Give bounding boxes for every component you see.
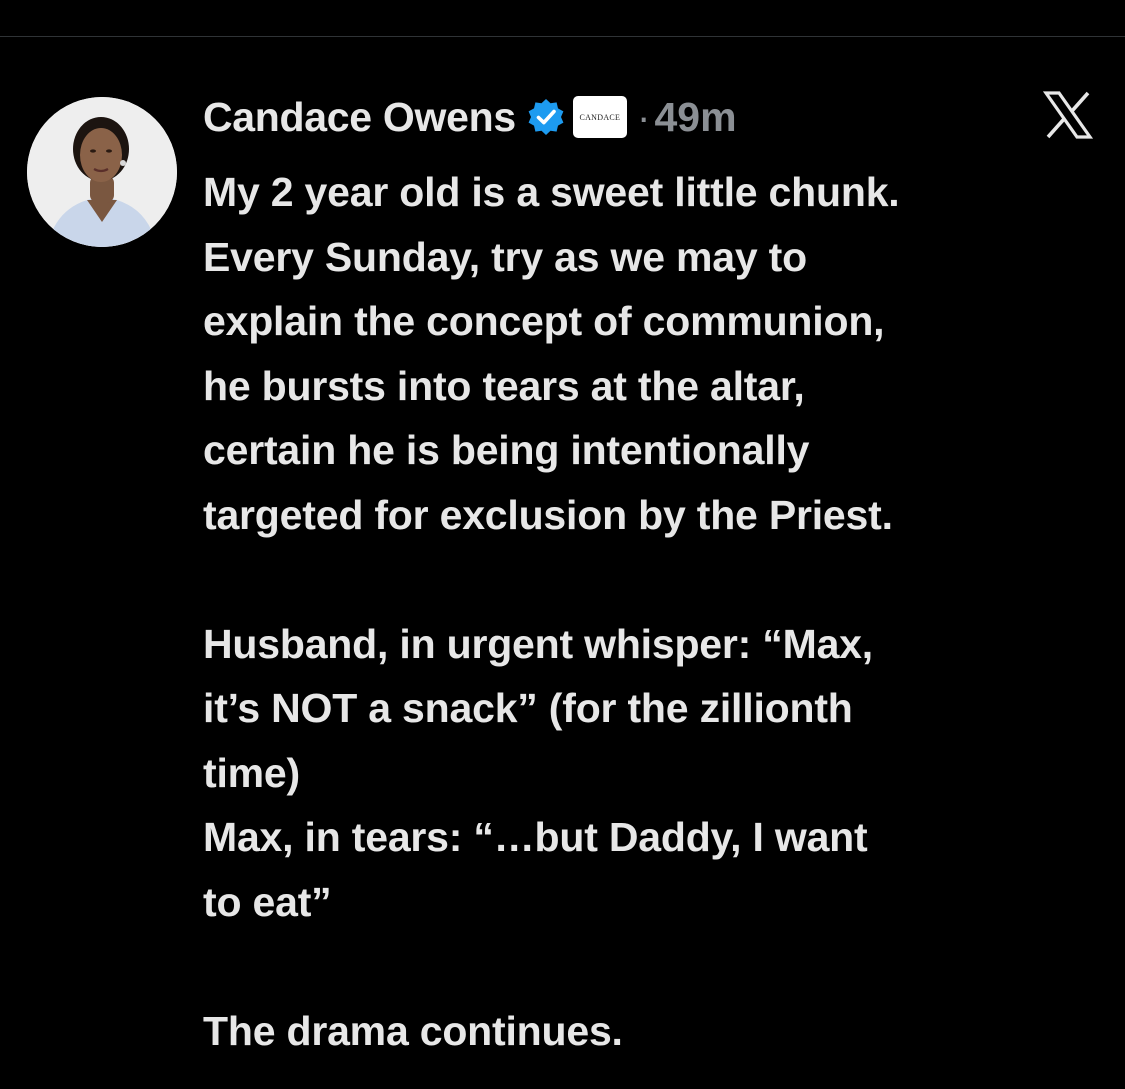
tweet-line: Every Sunday, try as we may to: [203, 233, 807, 280]
tweet-line: targeted for exclusion by the Priest.: [203, 491, 893, 538]
tweet-line: The drama continues.: [203, 1007, 623, 1054]
x-logo-icon: [1043, 91, 1093, 139]
tweet-line: Husband, in urgent whisper: “Max,: [203, 620, 873, 667]
timestamp[interactable]: 49m: [655, 94, 737, 141]
verified-badge-icon[interactable]: [526, 97, 566, 137]
tweet-header: Candace Owens CANDACE · 49m: [203, 87, 737, 147]
affiliate-badge-text: CANDACE: [579, 112, 621, 122]
display-name[interactable]: Candace Owens: [203, 94, 516, 141]
avatar[interactable]: [27, 97, 177, 247]
top-divider: [0, 36, 1125, 37]
affiliate-badge[interactable]: CANDACE: [572, 96, 627, 138]
tweet-line: to eat”: [203, 878, 332, 925]
tweet-line: he bursts into tears at the altar,: [203, 362, 805, 409]
tweet-line: time): [203, 749, 300, 796]
tweet-line: My 2 year old is a sweet little chunk.: [203, 169, 900, 215]
header-separator: ·: [636, 93, 651, 140]
tweet-line: certain he is being intentionally: [203, 427, 810, 473]
avatar-photo: [27, 97, 177, 247]
tweet-text: My 2 year old is a sweet little chunk. E…: [203, 160, 1103, 1063]
tweet-line: it’s NOT a snack” (for the zillionth: [203, 685, 853, 731]
tweet-line: Max, in tears: “…but Daddy, I want: [203, 814, 868, 860]
tweet-line: explain the concept of communion,: [203, 298, 885, 344]
